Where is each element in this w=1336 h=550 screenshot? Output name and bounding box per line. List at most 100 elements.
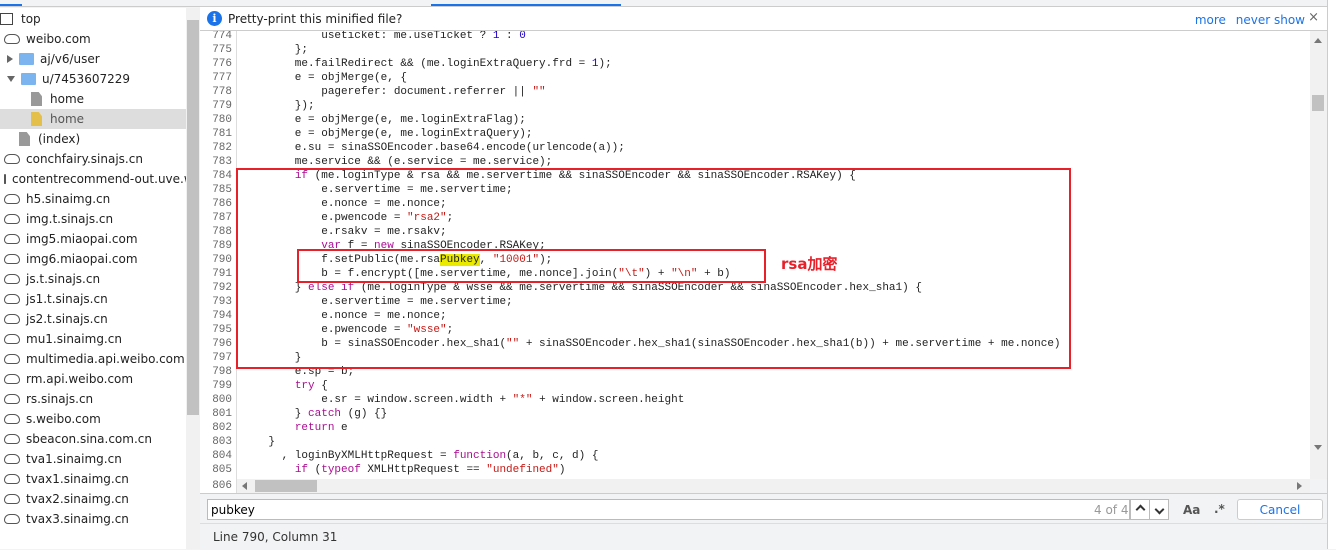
- expand-arrow-icon[interactable]: [7, 55, 13, 63]
- tree-item-label: top: [21, 12, 41, 26]
- scroll-left-arrow-icon[interactable]: [242, 482, 247, 490]
- line-number: 788: [212, 226, 232, 238]
- cloud-icon: [4, 234, 20, 244]
- tree-item-label: img.t.sinajs.cn: [26, 212, 114, 226]
- tree-item[interactable]: s.weibo.com: [0, 409, 186, 429]
- horizontal-scrollbar[interactable]: [237, 479, 1310, 493]
- scrollbar-thumb[interactable]: [1312, 95, 1324, 111]
- cloud-icon: [4, 474, 20, 484]
- tree-item-label: h5.sinaimg.cn: [26, 192, 111, 206]
- tree-item-label: tvax2.sinaimg.cn: [26, 492, 129, 506]
- tree-item-label: home: [50, 112, 85, 126]
- tree-item[interactable]: mu1.sinaimg.cn: [0, 329, 186, 349]
- line-number: 786: [212, 198, 232, 210]
- tree-item[interactable]: weibo.com: [0, 29, 186, 49]
- regex-toggle[interactable]: .*: [1214, 502, 1225, 516]
- code-line[interactable]: } catch (g) {}: [242, 407, 387, 421]
- cloud-icon: [4, 334, 20, 344]
- code-line[interactable]: e = objMerge(e, me.loginExtraQuery);: [242, 127, 533, 141]
- match-case-toggle[interactable]: Aa: [1183, 503, 1200, 517]
- tree-item[interactable]: (index): [0, 129, 186, 149]
- close-icon[interactable]: ×: [1308, 10, 1319, 25]
- cloud-icon: [4, 514, 20, 524]
- tree-item[interactable]: tvax3.sinaimg.cn: [0, 509, 186, 529]
- scrollbar-thumb[interactable]: [255, 480, 317, 492]
- cloud-icon: [4, 454, 20, 464]
- tree-item[interactable]: tva1.sinaimg.cn: [0, 449, 186, 469]
- line-number: 794: [212, 310, 232, 322]
- file-icon: [19, 132, 30, 146]
- code-line[interactable]: e = objMerge(e, me.loginExtraFlag);: [242, 113, 526, 127]
- line-number: 803: [212, 436, 232, 448]
- tree-item[interactable]: multimedia.api.weibo.com: [0, 349, 186, 369]
- tree-item[interactable]: home: [0, 89, 186, 109]
- line-number: 798: [212, 366, 232, 378]
- tree-item[interactable]: js2.t.sinajs.cn: [0, 309, 186, 329]
- tree-item[interactable]: conchfairy.sinajs.cn: [0, 149, 186, 169]
- code-line[interactable]: };: [242, 43, 308, 57]
- tree-item[interactable]: top: [0, 9, 186, 29]
- line-number: 806: [200, 479, 237, 493]
- tree-item[interactable]: tvax2.sinaimg.cn: [0, 489, 186, 509]
- tree-item-label: multimedia.api.weibo.com: [26, 352, 185, 366]
- line-number: 791: [212, 268, 232, 280]
- never-show-link[interactable]: never show: [1236, 13, 1305, 27]
- cloud-icon: [4, 194, 20, 204]
- scroll-down-arrow-icon[interactable]: [1314, 445, 1322, 450]
- scrollbar-thumb[interactable]: [187, 20, 199, 415]
- cloud-icon: [4, 154, 20, 164]
- active-editor-tab-indicator: [431, 4, 621, 6]
- line-number: 799: [212, 380, 232, 392]
- code-line[interactable]: e.sr = window.screen.width + "*" + windo…: [242, 393, 684, 407]
- line-number: 781: [212, 128, 232, 140]
- code-line[interactable]: useticket: me.useTicket ? 1 : 0: [242, 31, 526, 43]
- active-tab-indicator: [0, 4, 22, 6]
- code-line[interactable]: return e: [242, 421, 348, 435]
- tree-item[interactable]: img.t.sinajs.cn: [0, 209, 186, 229]
- tree-item[interactable]: img6.miaopai.com: [0, 249, 186, 269]
- tree-item[interactable]: aj/v6/user: [0, 49, 186, 69]
- more-link[interactable]: more: [1195, 13, 1226, 27]
- previous-match-button[interactable]: [1130, 499, 1150, 520]
- folder-icon: [19, 53, 34, 65]
- line-number: 796: [212, 338, 232, 350]
- code-line[interactable]: e = objMerge(e, {: [242, 71, 407, 85]
- line-number-gutter: 774 775 776 777 778 779 780 781 782 783 784 785 786 7…: [200, 31, 237, 479]
- right-panel-edge: [1327, 0, 1336, 549]
- code-line[interactable]: }: [242, 435, 275, 449]
- cancel-button[interactable]: Cancel: [1237, 499, 1323, 520]
- code-line[interactable]: pagerefer: document.referrer || "": [242, 85, 545, 99]
- code-line[interactable]: try {: [242, 379, 328, 393]
- tree-item[interactable]: img5.miaopai.com: [0, 229, 186, 249]
- scroll-right-arrow-icon[interactable]: [1297, 482, 1302, 490]
- cloud-icon: [4, 394, 20, 404]
- cloud-icon: [4, 374, 20, 384]
- collapse-arrow-icon[interactable]: [7, 76, 15, 82]
- tree-item-label: (index): [38, 132, 81, 146]
- tree-item[interactable]: contentrecommend-out.uve.weibo.com: [0, 169, 199, 189]
- tree-item[interactable]: h5.sinaimg.cn: [0, 189, 186, 209]
- line-number: 795: [212, 324, 232, 336]
- code-line[interactable]: if (typeof XMLHttpRequest == "undefined"…: [242, 463, 566, 477]
- code-line[interactable]: e.su = sinaSSOEncoder.base64.encode(urle…: [242, 141, 625, 155]
- code-line[interactable]: });: [242, 99, 315, 113]
- code-line[interactable]: , loginByXMLHttpRequest = function(a, b,…: [242, 449, 599, 463]
- scroll-up-arrow-icon[interactable]: [1314, 38, 1322, 43]
- code-line[interactable]: me.failRedirect && (me.loginExtraQuery.f…: [242, 57, 612, 71]
- sidebar-scrollbar[interactable]: [186, 8, 200, 549]
- tree-item[interactable]: sbeacon.sina.com.cn: [0, 429, 186, 449]
- search-input[interactable]: [207, 499, 1130, 520]
- tree-item[interactable]: rm.api.weibo.com: [0, 369, 186, 389]
- tree-item[interactable]: rs.sinajs.cn: [0, 389, 186, 409]
- line-number: 780: [212, 114, 232, 126]
- tree-item[interactable]: js.t.sinajs.cn: [0, 269, 186, 289]
- tree-item-label: tva1.sinaimg.cn: [26, 452, 122, 466]
- tree-item[interactable]: js1.t.sinajs.cn: [0, 289, 186, 309]
- tree-item[interactable]: tvax1.sinaimg.cn: [0, 469, 186, 489]
- tree-item[interactable]: u/7453607229: [0, 69, 186, 89]
- tree-item[interactable]: home: [0, 109, 186, 129]
- code-line[interactable]: me.service && (e.service = me.service);: [242, 155, 552, 169]
- line-number: 792: [212, 282, 232, 294]
- vertical-scrollbar[interactable]: [1310, 31, 1327, 479]
- next-match-button[interactable]: [1149, 499, 1169, 520]
